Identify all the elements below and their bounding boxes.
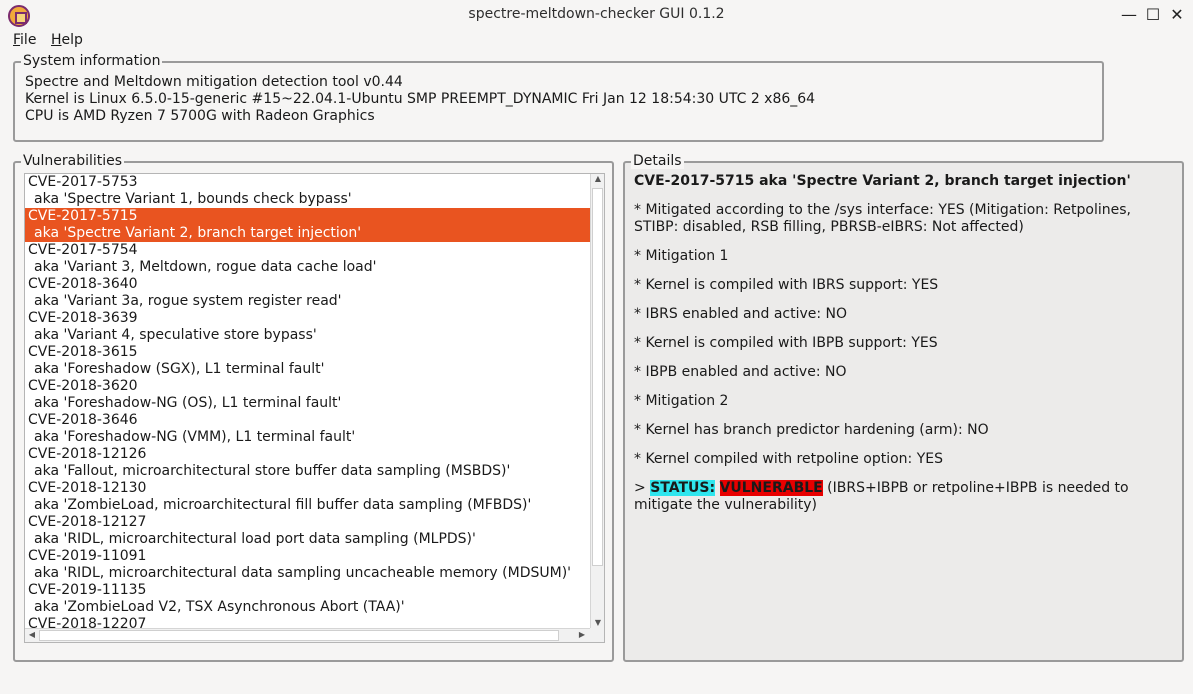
scroll-up-arrow-icon[interactable]: ▲	[591, 174, 604, 183]
menu-help-label: elp	[61, 32, 83, 48]
vulnerability-aka: aka 'ZombieLoad V2, TSX Asynchronous Abo…	[34, 599, 405, 615]
status-prefix: >	[634, 480, 651, 496]
vulnerability-aka: aka 'Foreshadow-NG (VMM), L1 terminal fa…	[34, 429, 356, 445]
scroll-right-arrow-icon[interactable]: ▶	[575, 630, 589, 639]
vulnerability-cve: CVE-2018-3620	[28, 378, 138, 394]
scrollbar-corner	[590, 628, 604, 642]
title-bar: spectre-meltdown-checker GUI 0.1.2 — ☐ ✕	[0, 0, 1193, 30]
system-information-label: System information	[21, 53, 163, 69]
vulnerability-cve: CVE-2018-3640	[28, 276, 138, 292]
details-label: Details	[631, 153, 684, 169]
details-line: * Kernel compiled with retpoline option:…	[634, 451, 943, 467]
maximize-button[interactable]: ☐	[1142, 4, 1164, 26]
vulnerability-aka: aka 'Variant 3, Meltdown, rogue data cac…	[34, 259, 377, 275]
status-line: > STATUS: VULNERABLE (IBRS+IBPB or retpo…	[634, 480, 1179, 514]
cpu-info-text: CPU is AMD Ryzen 7 5700G with Radeon Gra…	[25, 108, 375, 124]
vulnerability-cve: CVE-2019-11091	[28, 548, 147, 564]
vulnerability-cve: CVE-2017-5715	[28, 208, 138, 224]
vulnerability-cve: CVE-2018-12130	[28, 480, 147, 496]
vulnerability-list-item[interactable]: CVE-2018-12130 aka 'ZombieLoad, microarch…	[25, 480, 591, 514]
tool-version-text: Spectre and Meltdown mitigation detectio…	[25, 74, 403, 90]
vulnerability-list-item[interactable]: CVE-2018-3620 aka 'Foreshadow-NG (OS), L1…	[25, 378, 591, 412]
status-vulnerable-badge: VULNERABLE	[719, 480, 823, 496]
vulnerability-aka: aka 'Spectre Variant 2, branch target in…	[34, 225, 362, 241]
system-information-panel: Spectre and Meltdown mitigation detectio…	[21, 70, 1096, 134]
vulnerability-list-item[interactable]: CVE-2018-3615 aka 'Foreshadow (SGX), L1 t…	[25, 344, 591, 378]
vulnerability-cve: CVE-2017-5753	[28, 174, 138, 190]
vertical-scrollbar[interactable]: ▲ ▼	[590, 174, 604, 630]
vulnerability-cve: CVE-2018-12126	[28, 446, 147, 462]
vulnerabilities-group: Vulnerabilities CVE-2017-5753 aka 'Spectr…	[13, 153, 614, 662]
vulnerability-list-item[interactable]: CVE-2017-5754 aka 'Variant 3, Meltdown, r…	[25, 242, 591, 276]
details-line: * Kernel has branch predictor hardening …	[634, 422, 989, 438]
vulnerability-cve: CVE-2018-12127	[28, 514, 147, 530]
vulnerability-aka: aka 'ZombieLoad, microarchitectural fill…	[34, 497, 532, 513]
menu-file-label: ile	[20, 32, 37, 48]
vulnerability-cve: CVE-2018-3646	[28, 412, 138, 428]
vulnerability-aka: aka 'Foreshadow-NG (OS), L1 terminal fau…	[34, 395, 342, 411]
menu-help-mnemonic: H	[51, 32, 62, 48]
status-label-badge: STATUS:	[650, 480, 716, 496]
details-title: CVE-2017-5715 aka 'Spectre Variant 2, br…	[634, 173, 1131, 189]
vulnerability-list-viewport: CVE-2017-5753 aka 'Spectre Variant 1, bou…	[25, 174, 591, 630]
vulnerability-aka: aka 'Foreshadow (SGX), L1 terminal fault…	[34, 361, 325, 377]
close-button[interactable]: ✕	[1166, 4, 1188, 26]
details-line: * Kernel is compiled with IBPB support: …	[634, 335, 938, 351]
vulnerability-list-item[interactable]: CVE-2018-3646 aka 'Foreshadow-NG (VMM), L…	[25, 412, 591, 446]
details-line: * Mitigation 1	[634, 248, 729, 264]
vulnerability-cve: CVE-2018-3615	[28, 344, 138, 360]
vulnerability-cve: CVE-2018-3639	[28, 310, 138, 326]
window-title: spectre-meltdown-checker GUI 0.1.2	[468, 6, 725, 22]
vulnerability-cve: CVE-2017-5754	[28, 242, 138, 258]
details-line: * Mitigation 2	[634, 393, 729, 409]
scroll-left-arrow-icon[interactable]: ◀	[25, 630, 39, 639]
vulnerability-list-item[interactable]: CVE-2019-11135 aka 'ZombieLoad V2, TSX As…	[25, 582, 591, 616]
menu-file-mnemonic: F	[13, 32, 21, 48]
menu-help[interactable]: Help	[51, 32, 83, 48]
horizontal-scroll-thumb[interactable]	[39, 630, 559, 641]
vulnerabilities-label: Vulnerabilities	[21, 153, 125, 169]
details-line: * Mitigated according to the /sys interf…	[634, 202, 1131, 235]
vulnerability-aka: aka 'Fallout, microarchitectural store b…	[34, 463, 511, 479]
vertical-scroll-thumb[interactable]	[592, 188, 603, 566]
vulnerability-cve: CVE-2019-11135	[28, 582, 147, 598]
vulnerability-aka: aka 'RIDL, microarchitectural data sampl…	[34, 565, 572, 581]
details-line: * IBPB enabled and active: NO	[634, 364, 847, 380]
vulnerability-list-item[interactable]: CVE-2018-12127 aka 'RIDL, microarchitectu…	[25, 514, 591, 548]
menu-file[interactable]: File	[13, 32, 36, 48]
vulnerability-aka: aka 'Spectre Variant 1, bounds check byp…	[34, 191, 352, 207]
details-group: Details CVE-2017-5715 aka 'Spectre Varia…	[623, 153, 1184, 662]
minimize-button[interactable]: —	[1118, 4, 1140, 26]
horizontal-scrollbar[interactable]: ◀ ▶	[25, 628, 591, 642]
system-information-group: System information Spectre and Meltdown …	[13, 53, 1104, 142]
vulnerability-list-item[interactable]: CVE-2018-12126 aka 'Fallout, microarchite…	[25, 446, 591, 480]
vulnerability-aka: aka 'Variant 3a, rogue system register r…	[34, 293, 342, 309]
scroll-down-arrow-icon[interactable]: ▼	[591, 618, 604, 627]
vulnerability-aka: aka 'RIDL, microarchitectural load port …	[34, 531, 476, 547]
details-line: * Kernel is compiled with IBRS support: …	[634, 277, 939, 293]
vulnerability-list-item[interactable]: CVE-2017-5715 aka 'Spectre Variant 2, bra…	[25, 208, 591, 242]
kernel-info-text: Kernel is Linux 6.5.0-15-generic #15~22.…	[25, 91, 816, 107]
vulnerability-list-item[interactable]: CVE-2018-3640 aka 'Variant 3a, rogue syst…	[25, 276, 591, 310]
vulnerability-aka: aka 'Variant 4, speculative store bypass…	[34, 327, 317, 343]
details-text: CVE-2017-5715 aka 'Spectre Variant 2, br…	[634, 173, 1179, 526]
details-line: * IBRS enabled and active: NO	[634, 306, 848, 322]
vulnerability-list-item[interactable]: CVE-2017-5753 aka 'Spectre Variant 1, bou…	[25, 174, 591, 208]
vulnerability-list[interactable]: CVE-2017-5753 aka 'Spectre Variant 1, bou…	[24, 173, 605, 643]
vulnerability-list-item[interactable]: CVE-2018-3639 aka 'Variant 4, speculative…	[25, 310, 591, 344]
vulnerability-list-item[interactable]: CVE-2019-11091 aka 'RIDL, microarchitectu…	[25, 548, 591, 582]
menu-bar: File Help	[0, 30, 1193, 52]
